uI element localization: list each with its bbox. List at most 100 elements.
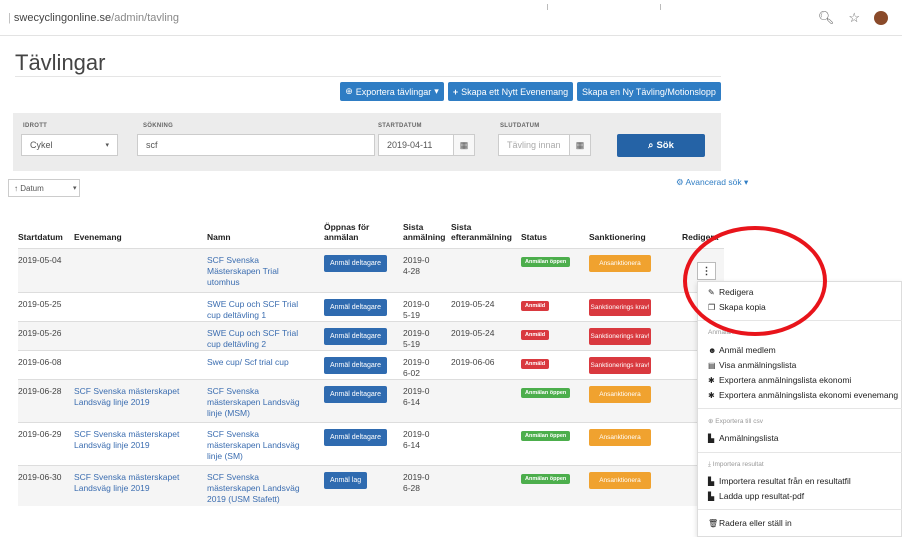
start-date-cell: 2019-06-28 [18,386,62,396]
menu-header-csv: ⊕ Exportera till csv [708,418,763,425]
col-sista-anmalning[interactable]: Sista anmälning [403,222,451,249]
status-badge: Anmäld [521,359,550,369]
start-date-cell: 2019-05-04 [18,255,62,265]
export-icon: ⊕ [708,418,714,425]
last-registration-cell: 2019-06-28 [403,472,430,493]
last-registration-cell: 2019-04-28 [403,255,430,276]
event-link[interactable]: SCF Svenska mästerskapet Landsväg linje … [74,386,192,408]
competition-link[interactable]: SCF Svenska mästerskapen Landsväg linje … [207,429,307,462]
table-row: 2019-06-28 SCF Svenska mästerskapet Lands… [18,379,724,423]
status-badge: Anmäld [521,330,550,340]
menu-item-upload-pdf[interactable]: ▙ Ladda upp resultat-pdf [708,491,804,501]
zoom-icon[interactable]: 🔍︎ [818,10,835,26]
last-registration-cell: 2019-06-14 [403,429,430,450]
menu-item-import-file[interactable]: ▙ Importera resultat från en resultatfil [708,476,851,486]
start-date-label: STARTDATUM [378,123,422,129]
event-link[interactable]: SCF Svenska mästerskapet Landsväg linje … [74,472,192,494]
late-registration-cell: 2019-06-06 [451,357,495,367]
start-date-input[interactable]: 2019-04-11 [378,134,454,156]
register-participant-button[interactable]: Anmäl deltagare [324,328,387,345]
create-event-button[interactable]: + Skapa ett Nytt Evenemang [448,82,573,101]
create-competition-button[interactable]: Skapa en Ny Tävling/Motionslopp [577,82,721,101]
search-input[interactable]: scf [137,134,375,156]
col-sista-efteranmalning[interactable]: Sista efteranmälning [451,222,521,249]
caret-down-icon: ▾ [743,177,749,187]
end-date-input[interactable]: Tävling innan [498,134,570,156]
menu-item-show-list[interactable]: ▤ Visa anmälningslista [708,360,796,370]
menu-item-export-economy[interactable]: ✱ Exportera anmälningslista ekonomi [708,375,851,385]
competition-link[interactable]: SCF Svenska Mästerskapen Trial utomhus [207,255,307,288]
col-sanktionering[interactable]: Sanktionering [589,222,682,249]
late-registration-cell: 2019-05-24 [451,299,495,309]
filter-panel: IDROTT Cykel ▾ SÖKNING scf STARTDATUM 20… [13,113,721,171]
competitions-table: Startdatum Evenemang Namn Öppnas för anmä… [18,222,724,506]
star-icon[interactable]: ☆ [848,10,860,26]
tab-separator [660,4,661,10]
col-oppnas[interactable]: Öppnas för anmälan [324,222,403,249]
menu-divider [698,452,902,453]
sort-select[interactable]: ↑ Datum ▾ [8,179,80,197]
competition-link[interactable]: SCF Svenska mästerskapen Landsväg linje … [207,386,307,419]
sport-label: IDROTT [23,123,48,129]
sanction-button[interactable]: Sanktionerings krav! [589,299,651,316]
advanced-search-toggle[interactable]: ⚙ Avancerad sök ▾ [676,177,748,188]
register-participant-button[interactable]: Anmäl deltagare [324,386,387,403]
last-registration-cell: 2019-06-02 [403,357,430,378]
sanction-button[interactable]: Ansanktionera [589,255,651,272]
sanction-button[interactable]: Ansanktionera [589,429,651,446]
col-evenemang[interactable]: Evenemang [74,222,207,249]
competition-link[interactable]: SWE Cup och SCF Trial cup deltävling 1 [207,299,307,321]
late-registration-cell [451,423,521,466]
page-title: Tävlingar [15,50,106,75]
sanction-button[interactable]: Ansanktionera [589,386,651,403]
late-registration-cell [451,380,521,423]
register-participant-button[interactable]: Anmäl lag [324,472,368,489]
competition-link[interactable]: SCF Svenska mästerskapen Landsväg 2019 (… [207,472,307,505]
col-startdatum[interactable]: Startdatum [18,222,74,249]
start-date-cell: 2019-06-08 [18,357,62,367]
search-button[interactable]: ⌕ Sök [617,134,705,157]
end-date-label: SLUTDATUM [500,123,540,129]
table-row: 2019-06-08 Swe cup/ Scf trial cup Anmäl de… [18,350,724,380]
export-competitions-button[interactable]: ⊕ Exportera tävlingar ▾ [340,82,444,101]
menu-item-csv-list[interactable]: ▙ Anmälningslista [708,433,779,443]
sanction-button[interactable]: Sanktionerings krav! [589,357,651,374]
competition-link[interactable]: Swe cup/ Scf trial cup [207,357,307,368]
register-participant-button[interactable]: Anmäl deltagare [324,299,387,316]
menu-item-delete[interactable]: 🗑︎Radera eller ställ in [708,518,792,528]
menu-item-export-economy-event[interactable]: ✱ Exportera anmälningslista ekonomi evene… [708,390,898,400]
col-namn[interactable]: Namn [207,222,324,249]
chevron-down-icon: ▾ [73,185,77,192]
menu-header-import: ⤓ Importera resultat [708,461,764,468]
file-icon: ▙ [708,477,715,486]
register-participant-button[interactable]: Anmäl deltagare [324,429,387,446]
sport-select[interactable]: Cykel ▾ [21,134,118,156]
gear-icon: ⚙ [676,177,684,187]
register-participant-button[interactable]: Anmäl deltagare [324,255,387,272]
event-link[interactable]: SCF Svenska mästerskapet Landsväg linje … [74,429,192,451]
file-icon: ▙ [708,492,715,501]
col-status[interactable]: Status [521,222,589,249]
start-date-cell: 2019-06-30 [18,472,62,482]
url-text[interactable]: | swecyclingonline.se/admin/tavling [8,12,179,24]
user-icon: ☻ [708,346,717,355]
calendar-icon[interactable]: ▦ [453,134,475,156]
table-row: 2019-06-30 SCF Svenska mästerskapet Lands… [18,465,724,506]
status-badge: Anmäld [521,301,550,311]
last-registration-cell: 2019-05-19 [403,328,430,349]
start-date-cell: 2019-05-25 [18,299,62,309]
sanction-button[interactable]: Ansanktionera [589,472,651,489]
menu-item-register-member[interactable]: ☻ Anmäl medlem [708,345,776,355]
sanction-button[interactable]: Sanktionerings krav! [589,328,651,345]
cog-icon: ✱ [708,391,715,400]
browser-url-bar[interactable]: | swecyclingonline.se/admin/tavling 🔍︎ ☆ [0,0,902,36]
status-badge: Anmälan öppen [521,431,571,441]
competition-link[interactable]: SWE Cup och SCF Trial cup deltävling 2 [207,328,307,350]
register-participant-button[interactable]: Anmäl deltagare [324,357,387,374]
tab-separator [547,4,548,10]
late-registration-cell [451,249,521,293]
title-divider [15,76,721,77]
plus-icon: + [452,86,459,97]
calendar-icon[interactable]: ▦ [569,134,591,156]
profile-avatar[interactable] [874,11,888,25]
